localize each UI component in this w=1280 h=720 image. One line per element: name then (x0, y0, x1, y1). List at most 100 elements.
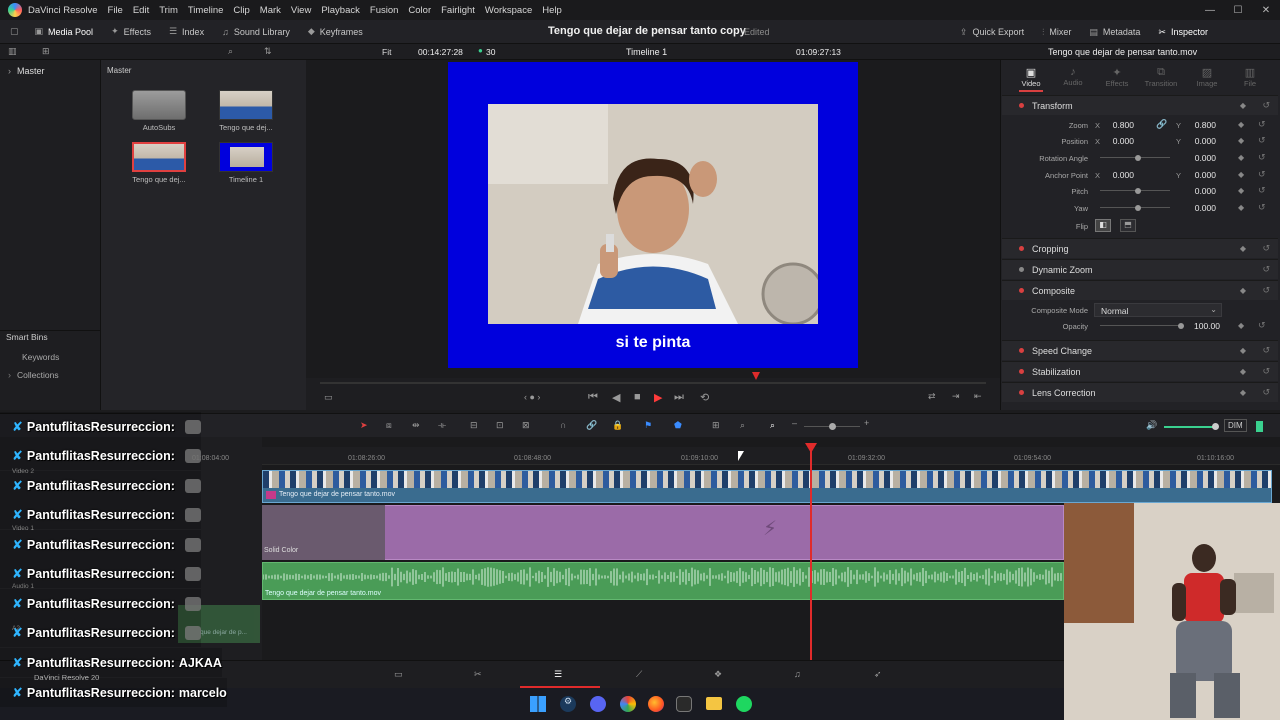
replace-clip-icon[interactable]: ⊠ (522, 420, 530, 431)
timeline-name[interactable]: Timeline 1 (626, 47, 667, 57)
reset-icon[interactable]: ↺ (1262, 366, 1270, 377)
stabilization-section[interactable]: Stabilization ◆ ↺ (1002, 361, 1278, 381)
pitch-slider-knob[interactable] (1135, 188, 1141, 194)
volume-slider[interactable] (1164, 426, 1214, 428)
go-to-start-icon[interactable]: ⏮ (588, 391, 598, 404)
volume-icon[interactable]: 🔊 (1146, 420, 1157, 431)
stop-icon[interactable]: ■ (634, 391, 641, 403)
keyframe-icon[interactable]: ◆ (1238, 186, 1244, 195)
loop-icon[interactable]: ⟲ (700, 391, 709, 404)
composite-section[interactable]: Composite ◆ ↺ (1002, 280, 1278, 300)
pitch-value[interactable]: 0.000 (1188, 186, 1216, 196)
stabilization-enable-icon[interactable] (1019, 369, 1024, 374)
viewer-options-icon[interactable]: ▭ (324, 392, 333, 403)
play-icon[interactable]: ▶ (654, 391, 662, 404)
reset-icon[interactable]: ↺ (1262, 243, 1270, 254)
speed-change-section[interactable]: Speed Change ◆ ↺ (1002, 340, 1278, 360)
keyframe-icon[interactable]: ◆ (1238, 321, 1244, 330)
cut-page-icon[interactable]: ✂ (474, 669, 482, 680)
flip-horizontal-icon[interactable]: ◧ (1095, 219, 1111, 232)
search-icon[interactable]: ⌕ (228, 46, 233, 57)
zoom-detail-icon[interactable]: ⌕ (740, 420, 745, 431)
rotation-value[interactable]: 0.000 (1188, 153, 1216, 163)
maximize-icon[interactable]: ☐ (1224, 5, 1252, 16)
lens-correction-section[interactable]: Lens Correction ◆ ↺ (1002, 382, 1278, 402)
opacity-slider[interactable] (1100, 325, 1180, 326)
discord-icon[interactable] (590, 696, 606, 712)
reset-icon[interactable]: ↺ (1258, 152, 1266, 163)
tab-audio[interactable]: ♪ Audio (1053, 66, 1093, 87)
position-y-value[interactable]: 0.000 (1188, 136, 1216, 146)
menu-mark[interactable]: Mark (260, 5, 281, 16)
flag-icon[interactable]: ⚑ (644, 420, 652, 431)
fairlight-page-icon[interactable]: ♫ (794, 669, 801, 679)
fit-select[interactable]: Fit (382, 47, 391, 57)
color-page-icon[interactable]: ❖ (714, 669, 722, 680)
volume-knob[interactable] (1212, 423, 1219, 430)
lock-icon[interactable]: 🔒 (612, 420, 623, 431)
dim-button[interactable]: DIM (1224, 419, 1247, 432)
zoom-out-icon[interactable]: – (792, 418, 797, 428)
marker-icon[interactable]: ⬟ (674, 420, 682, 431)
menu-color[interactable]: Color (408, 5, 431, 16)
firefox-icon[interactable] (648, 696, 664, 712)
reset-icon[interactable]: ↺ (1258, 202, 1266, 213)
scrub-bar[interactable] (320, 382, 986, 384)
rotation-slider-knob[interactable] (1135, 155, 1141, 161)
zoom-in-icon[interactable]: + (864, 418, 869, 428)
cropping-enable-icon[interactable] (1019, 246, 1024, 251)
steam-icon[interactable]: ⚙ (560, 696, 576, 712)
match-frame-icon[interactable]: ⇄ (928, 391, 936, 402)
sort-icon[interactable]: ⇅ (264, 46, 272, 57)
keyframe-icon[interactable]: ◆ (1240, 286, 1246, 295)
smart-bin-keywords[interactable]: Keywords (22, 352, 59, 362)
menu-file[interactable]: File (108, 5, 123, 16)
reset-icon[interactable]: ↺ (1258, 119, 1266, 130)
lens-correction-enable-icon[interactable] (1019, 390, 1024, 395)
menu-help[interactable]: Help (542, 5, 562, 16)
tab-image[interactable]: ▨ Image (1187, 66, 1227, 88)
mixer-button[interactable]: ⫶ Mixer (1042, 27, 1071, 38)
tab-transition[interactable]: ⧉ Transition (1141, 66, 1181, 88)
edit-page-icon[interactable]: ☰ (554, 669, 562, 680)
keyframe-icon[interactable]: ◆ (1238, 120, 1244, 129)
clip-timeline[interactable]: Timeline 1 (218, 142, 274, 184)
insert-clip-icon[interactable]: ⊟ (470, 420, 478, 431)
reset-icon[interactable]: ↺ (1262, 100, 1270, 111)
zoom-x-value[interactable]: 0.800 (1106, 120, 1134, 130)
keyframe-icon[interactable]: ◆ (1240, 101, 1246, 110)
zoom-custom-icon[interactable]: ⌕ (770, 420, 775, 431)
layout-icon[interactable]: ▥ (8, 46, 17, 57)
link-icon[interactable]: 🔗 (1156, 119, 1167, 130)
prev-edit-icon[interactable]: ⇤ (974, 391, 982, 402)
keyframe-icon[interactable]: ◆ (1238, 203, 1244, 212)
opacity-value[interactable]: 100.00 (1190, 321, 1220, 331)
index-button[interactable]: ☰ Index (169, 26, 204, 37)
davinci-taskbar-icon[interactable] (676, 696, 692, 712)
smart-bin-collections[interactable]: › Collections (8, 370, 59, 380)
audio-1-clip[interactable]: Tengo que dejar de pensar tanto.mov (262, 562, 1064, 600)
tab-effects[interactable]: ✦ Effects (1097, 66, 1137, 88)
overwrite-clip-icon[interactable]: ⊡ (496, 420, 504, 431)
reset-icon[interactable]: ↺ (1258, 320, 1266, 331)
menu-fusion[interactable]: Fusion (370, 5, 399, 16)
transform-section[interactable]: Transform ◆ ↺ (1002, 95, 1278, 115)
composite-mode-select[interactable]: Normal ⌄ (1094, 303, 1222, 317)
menu-trim[interactable]: Trim (159, 5, 178, 16)
reset-icon[interactable]: ↺ (1262, 387, 1270, 398)
jog-control-icon[interactable]: ‹ ● › (524, 392, 540, 402)
windows-start-icon[interactable] (530, 696, 546, 712)
tab-file[interactable]: ▥ File (1230, 66, 1270, 88)
effects-button[interactable]: ✦ Effects (111, 26, 151, 37)
reset-icon[interactable]: ↺ (1262, 285, 1270, 296)
flip-vertical-icon[interactable]: ⬒ (1120, 219, 1136, 232)
video-2-clip[interactable]: Tengo que dejar de pensar tanto.mov (262, 470, 1272, 503)
keyframe-icon[interactable]: ◆ (1240, 244, 1246, 253)
cropping-section[interactable]: Cropping ◆ ↺ (1002, 238, 1278, 258)
reset-icon[interactable]: ↺ (1258, 185, 1266, 196)
opacity-slider-knob[interactable] (1178, 323, 1184, 329)
timeline-ruler[interactable]: 01:08:04:00 01:08:26:00 01:08:48:00 01:0… (192, 447, 1280, 465)
zoom-y-value[interactable]: 0.800 (1188, 120, 1216, 130)
anchor-y-value[interactable]: 0.000 (1188, 170, 1216, 180)
speed-change-enable-icon[interactable] (1019, 348, 1024, 353)
